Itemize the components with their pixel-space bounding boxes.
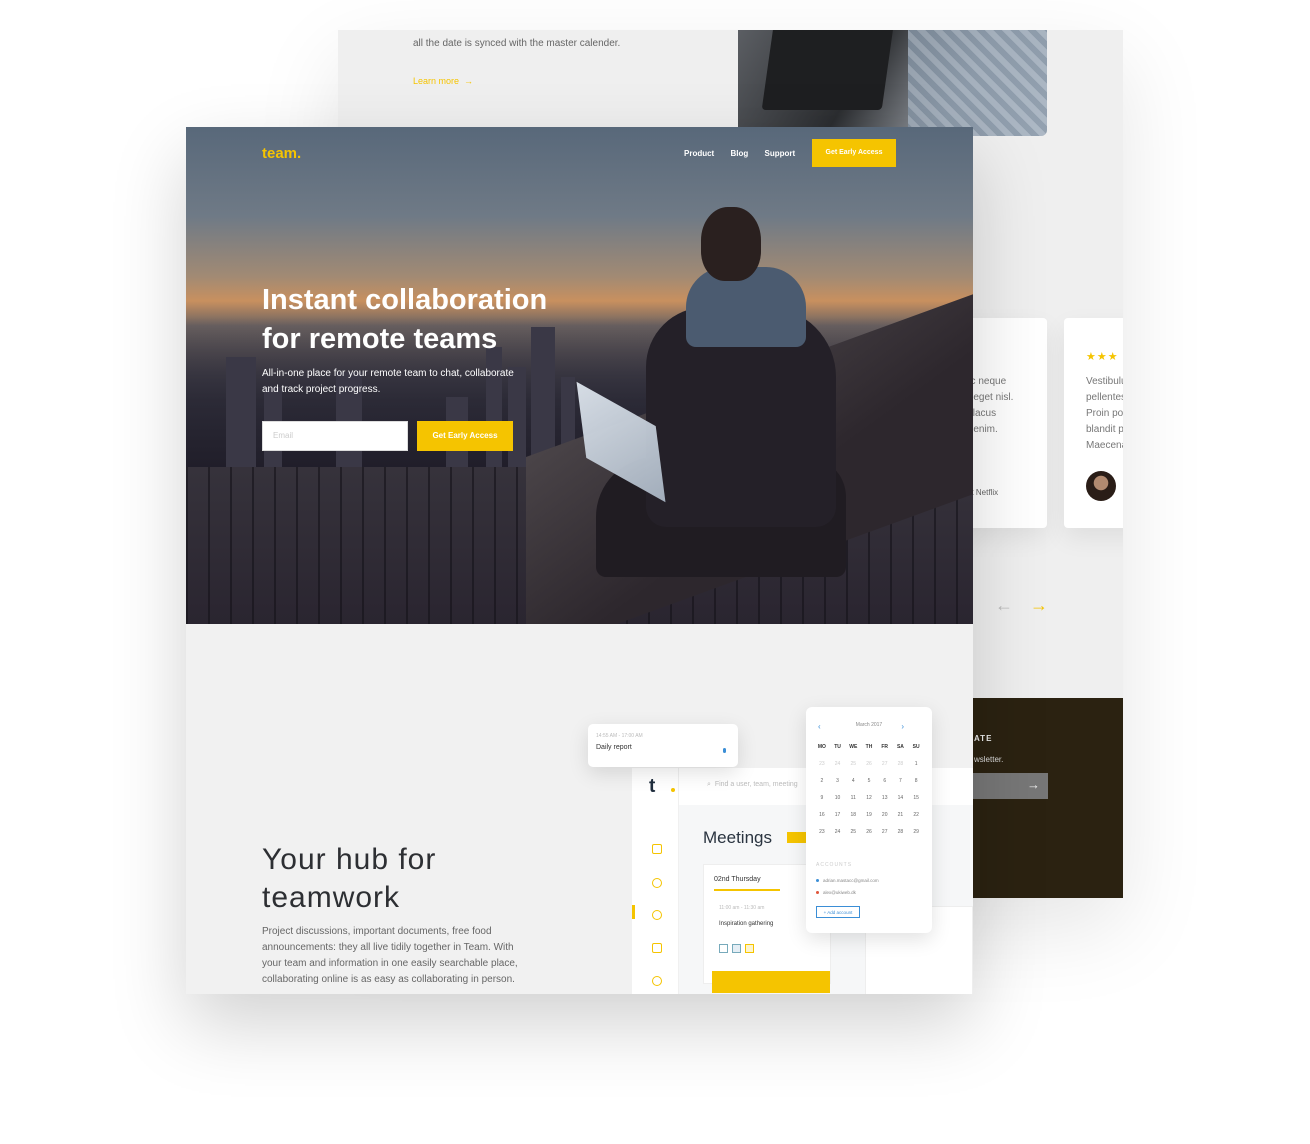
- event-title: Inspiration gathering: [719, 921, 774, 927]
- status-dot: [723, 748, 726, 753]
- laptop-photo: [738, 30, 1047, 136]
- hub-description: Project discussions, important documents…: [262, 926, 518, 985]
- account-email[interactable]: alex@ukiweb.dk: [816, 890, 856, 895]
- layers-icon[interactable]: [652, 844, 662, 854]
- day-underline: [714, 889, 780, 891]
- logo-dot: [671, 788, 675, 792]
- testimonial-text: Proin po: [1086, 408, 1123, 419]
- newsletter-subtitle: wsletter.: [974, 755, 1004, 764]
- newsletter-title: ATE: [974, 734, 993, 743]
- tag-icon: [732, 944, 741, 953]
- carousel-controls: ← →: [995, 595, 1048, 616]
- page-title: Meetings: [703, 828, 772, 847]
- hub-title: Your hub for teamwork: [262, 843, 437, 914]
- arrow-right-icon[interactable]: →: [1027, 777, 1040, 792]
- nav-blog[interactable]: Blog: [730, 149, 748, 158]
- calendar-header: ‹ March 2017 ›: [806, 722, 932, 731]
- check-icon[interactable]: [719, 944, 728, 953]
- event-highlight[interactable]: [712, 971, 830, 993]
- app-sidebar: t: [632, 768, 679, 994]
- hero-title: Instant collaboration for remote teams: [262, 284, 548, 355]
- report-time: 14:55 AM - 17:00 AM: [596, 733, 643, 739]
- daily-report-card[interactable]: 14:55 AM - 17:00 AM Daily report: [588, 724, 738, 767]
- hero-section: team. Product Blog Support Get Early Acc…: [186, 127, 973, 624]
- day-label: 02nd Thursday: [714, 876, 761, 883]
- arrow-left-icon[interactable]: ←: [995, 595, 1013, 615]
- testimonial-text: Vestibulu: [1086, 376, 1123, 387]
- intro-text: all the date is synced with the master c…: [413, 38, 621, 49]
- app-logo: t: [649, 776, 656, 797]
- nav-product[interactable]: Product: [684, 149, 714, 158]
- email-input[interactable]: Email: [262, 421, 408, 451]
- active-indicator: [632, 905, 635, 919]
- showcase-stage: all the date is synced with the master c…: [0, 0, 1310, 1144]
- account-email[interactable]: adrian.mastacc@gmail.com: [816, 878, 879, 883]
- testimonial-text: blandit p: [1086, 424, 1123, 435]
- top-nav: Product Blog Support: [684, 149, 809, 158]
- testimonial-card: ★★★ Vestibulu pellentes Proin po blandit…: [1064, 318, 1123, 528]
- newsletter-panel: ATE wsletter. →: [972, 698, 1123, 898]
- newsletter-input[interactable]: →: [972, 773, 1048, 799]
- brand-logo[interactable]: team.: [262, 145, 301, 162]
- calendar-grid: MO TU WE TH FR SA SU 23 24 25 26 27 28 1 2345678 9 10…: [817, 744, 920, 835]
- chevron-left-icon[interactable]: ‹: [818, 722, 821, 731]
- nav-support[interactable]: Support: [764, 149, 795, 158]
- calendar-month: March 2017: [855, 722, 883, 728]
- get-early-access-button[interactable]: Get Early Access: [417, 421, 513, 451]
- accounts-label: ACCOUNTS: [816, 862, 853, 868]
- calendar-popup: ‹ March 2017 › MO TU WE TH FR SA SU 23 24 25 26 27…: [806, 707, 932, 933]
- hero-subtitle: All-in-one place for your remote team to…: [262, 368, 514, 395]
- chevron-right-icon[interactable]: ›: [901, 722, 904, 731]
- user-icon[interactable]: [652, 910, 662, 920]
- chat-icon[interactable]: [652, 976, 662, 986]
- testimonial-text: pellentes: [1086, 392, 1123, 403]
- testimonial-text: Maecena: [1086, 440, 1123, 451]
- tag-icon: [745, 944, 754, 953]
- shirt-image: [908, 30, 1047, 136]
- star-rating-icon: ★★★: [1086, 351, 1119, 363]
- report-title: Daily report: [596, 744, 632, 751]
- person-silhouette: [596, 207, 876, 624]
- arrow-right-icon: →: [464, 76, 474, 86]
- laptop-image: [761, 30, 895, 110]
- add-account-button[interactable]: + Add account: [816, 906, 860, 918]
- learn-more-link[interactable]: Learn more →: [413, 76, 473, 86]
- document-icon[interactable]: [652, 943, 662, 953]
- event-time: 11:00 am - 11:30 am: [719, 905, 765, 911]
- get-early-access-nav-button[interactable]: Get Early Access: [812, 139, 896, 167]
- front-page: team. Product Blog Support Get Early Acc…: [186, 127, 973, 994]
- avatar: [1086, 471, 1116, 501]
- arrow-right-icon[interactable]: →: [1030, 595, 1048, 615]
- team-icon[interactable]: [652, 878, 662, 888]
